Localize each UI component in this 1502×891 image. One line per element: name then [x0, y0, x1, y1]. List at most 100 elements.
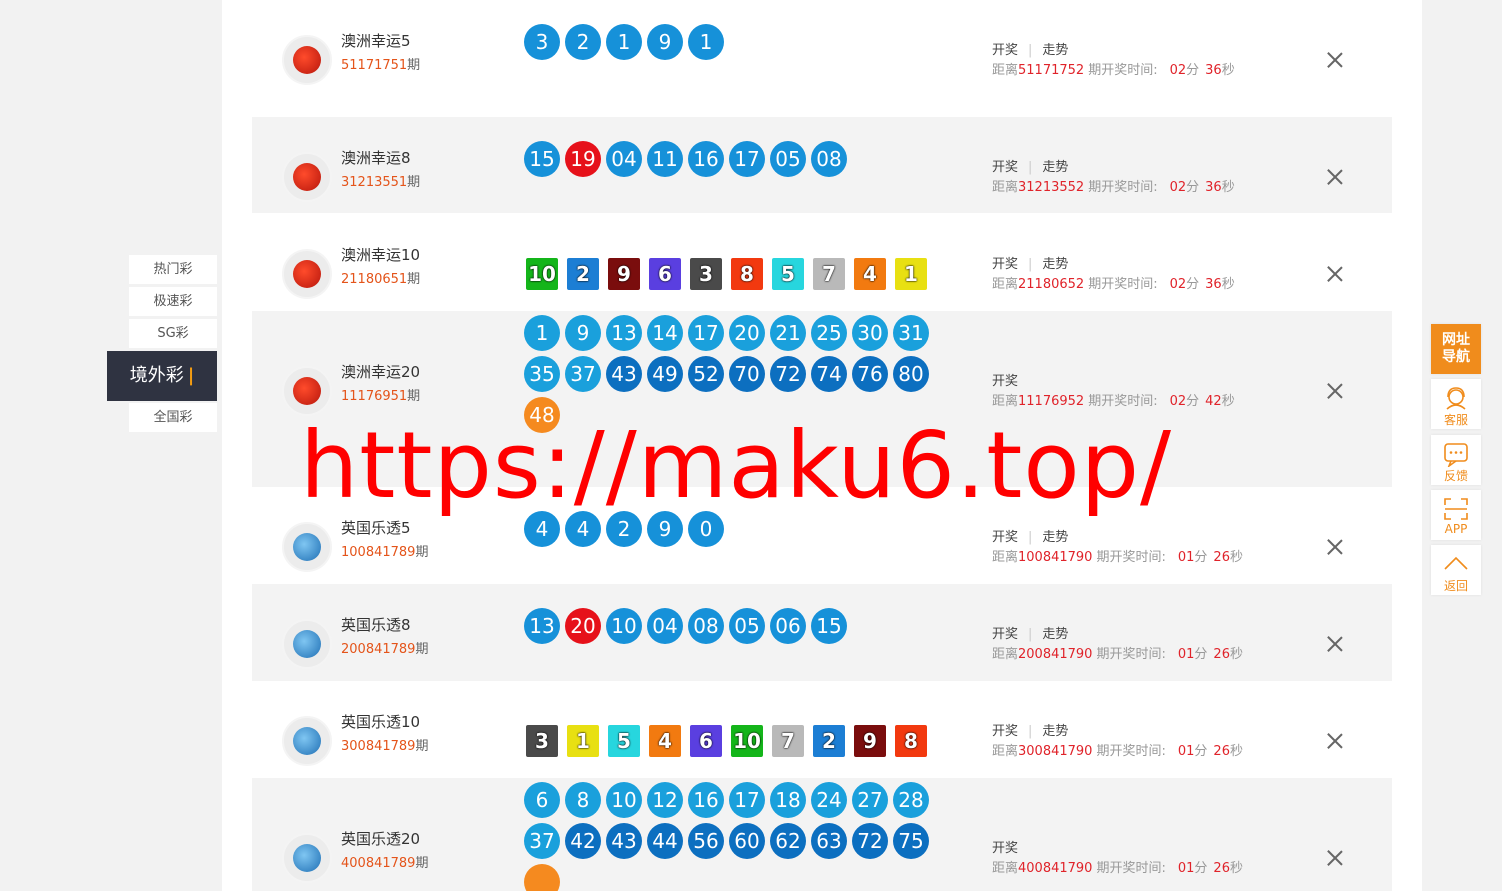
countdown-part: 01: [1177, 647, 1195, 662]
trend-link[interactable]: 走势: [1042, 627, 1068, 642]
draw-number-ball: 72: [852, 823, 888, 859]
countdown-part: 31213552: [1018, 180, 1085, 195]
draw-number-ball: 28: [893, 782, 929, 818]
close-icon[interactable]: [1325, 848, 1345, 868]
draw-number-ball: 4: [854, 258, 886, 290]
lottery-name[interactable]: 澳洲幸运5: [341, 30, 411, 51]
lottery-issue: 31213551期: [341, 171, 420, 190]
draw-number-ball: 52: [688, 356, 724, 392]
close-icon[interactable]: [1325, 167, 1345, 187]
trend-link[interactable]: 走势: [1042, 530, 1068, 545]
draw-number-ball: [524, 864, 560, 891]
countdown-part: 分: [1194, 550, 1208, 565]
countdown-part: 秒: [1221, 277, 1235, 292]
draw-number-ball: 17: [688, 315, 724, 351]
countdown-text: 距离100841790 期开奖时间: 01分 26秒: [992, 546, 1243, 565]
feedback-label: 反馈: [1443, 469, 1468, 483]
trend-link[interactable]: 走势: [1042, 257, 1068, 272]
lottery-logo-badge: [293, 163, 321, 191]
draw-link[interactable]: 开奖: [992, 530, 1018, 545]
draw-number-ball: 72: [770, 356, 806, 392]
countdown-part: 距离: [992, 647, 1019, 662]
draw-number-ball: 43: [606, 356, 642, 392]
draw-link[interactable]: 开奖: [992, 257, 1018, 272]
draw-number-ball: 70: [729, 356, 765, 392]
draw-number-ball: 05: [729, 608, 765, 644]
countdown-part: 距离: [992, 861, 1019, 876]
nav-tab-hot[interactable]: 热门彩: [129, 255, 217, 284]
draw-number-ball: 16: [688, 141, 724, 177]
row-actions: 开奖: [992, 837, 1018, 856]
lottery-name[interactable]: 英国乐透8: [341, 614, 411, 635]
nav-tab-overseas-active[interactable]: 境外彩 |: [107, 351, 217, 401]
draw-number-ball: 15: [524, 141, 560, 177]
issue-number: 100841789: [341, 545, 416, 560]
close-icon[interactable]: [1325, 264, 1345, 284]
draw-number-ball: 74: [811, 356, 847, 392]
draw-number-ball: 1: [688, 24, 724, 60]
draw-number-ball: 4: [649, 725, 681, 757]
lottery-issue: 100841789期: [341, 541, 428, 560]
draw-number-ball: 12: [647, 782, 683, 818]
countdown-part: 秒: [1229, 550, 1243, 565]
draw-number-ball: 0: [688, 511, 724, 547]
close-icon[interactable]: [1325, 381, 1345, 401]
site-nav-button[interactable]: 网址导航: [1431, 324, 1481, 374]
countdown-part: 42: [1205, 394, 1222, 409]
app-download-button[interactable]: APP: [1431, 490, 1481, 540]
draw-number-ball: 08: [811, 141, 847, 177]
row-actions: 开奖 | 走势: [992, 526, 1068, 545]
countdown-part: 26: [1213, 550, 1230, 565]
countdown-part: 分: [1194, 744, 1208, 759]
nav-tab-national[interactable]: 全国彩: [129, 403, 217, 432]
draw-number-ball: 44: [647, 823, 683, 859]
draw-number-ball: 7: [772, 725, 804, 757]
close-icon[interactable]: [1325, 731, 1345, 751]
nav-tab-sg[interactable]: SG彩: [129, 319, 217, 348]
lottery-name[interactable]: 英国乐透10: [341, 711, 420, 732]
issue-number: 200841789: [341, 642, 416, 657]
lottery-name[interactable]: 澳洲幸运8: [341, 147, 411, 168]
draw-link[interactable]: 开奖: [992, 43, 1018, 58]
nav-tab-fast[interactable]: 极速彩: [129, 287, 217, 316]
countdown-text: 距离11176952 期开奖时间: 02分 42秒: [992, 390, 1235, 409]
lottery-name[interactable]: 英国乐透5: [341, 517, 411, 538]
draw-link[interactable]: 开奖: [992, 160, 1018, 175]
lottery-name[interactable]: 澳洲幸运10: [341, 244, 420, 265]
draw-number-ball: 17: [729, 782, 765, 818]
lottery-logo: [282, 35, 332, 85]
lottery-name[interactable]: 英国乐透20: [341, 828, 420, 849]
issue-suffix: 期: [415, 545, 429, 560]
countdown-part: 400841790: [1018, 861, 1093, 876]
draw-number-ball: 9: [565, 315, 601, 351]
trend-link[interactable]: 走势: [1042, 43, 1068, 58]
draw-link[interactable]: 开奖: [992, 841, 1018, 856]
customer-service-button[interactable]: 客服: [1431, 379, 1481, 429]
draw-number-ball: 8: [565, 782, 601, 818]
lottery-row: 澳洲幸运5 51171751期 3 2 1 9 1 开奖 | 走势 距离51171752 期开奖时间:…: [252, 0, 1392, 117]
draw-number-ball: 04: [606, 141, 642, 177]
feedback-button[interactable]: 反馈: [1431, 435, 1481, 485]
draw-number-ball: 8: [895, 725, 927, 757]
back-to-top-button[interactable]: 返回: [1431, 545, 1481, 595]
countdown-text: 距离51171752 期开奖时间: 02分 36秒: [992, 59, 1235, 78]
site-nav-label: 网址导航: [1442, 332, 1470, 365]
draw-link[interactable]: 开奖: [992, 724, 1018, 739]
draw-number-ball: 18: [770, 782, 806, 818]
close-icon[interactable]: [1325, 537, 1345, 557]
lottery-logo: [282, 716, 332, 766]
draw-link[interactable]: 开奖: [992, 374, 1018, 389]
back-label: 返回: [1443, 579, 1468, 593]
countdown-part: 期开奖时间:: [1096, 861, 1166, 876]
close-icon[interactable]: [1325, 50, 1345, 70]
trend-link[interactable]: 走势: [1042, 724, 1068, 739]
draw-link[interactable]: 开奖: [992, 627, 1018, 642]
lottery-issue: 200841789期: [341, 638, 428, 657]
countdown-part: 36: [1205, 63, 1222, 78]
lottery-name[interactable]: 澳洲幸运20: [341, 361, 420, 382]
issue-suffix: 期: [407, 389, 421, 404]
countdown-part: 51171752: [1018, 63, 1085, 78]
countdown-part: 100841790: [1018, 550, 1093, 565]
close-icon[interactable]: [1325, 634, 1345, 654]
trend-link[interactable]: 走势: [1042, 160, 1068, 175]
